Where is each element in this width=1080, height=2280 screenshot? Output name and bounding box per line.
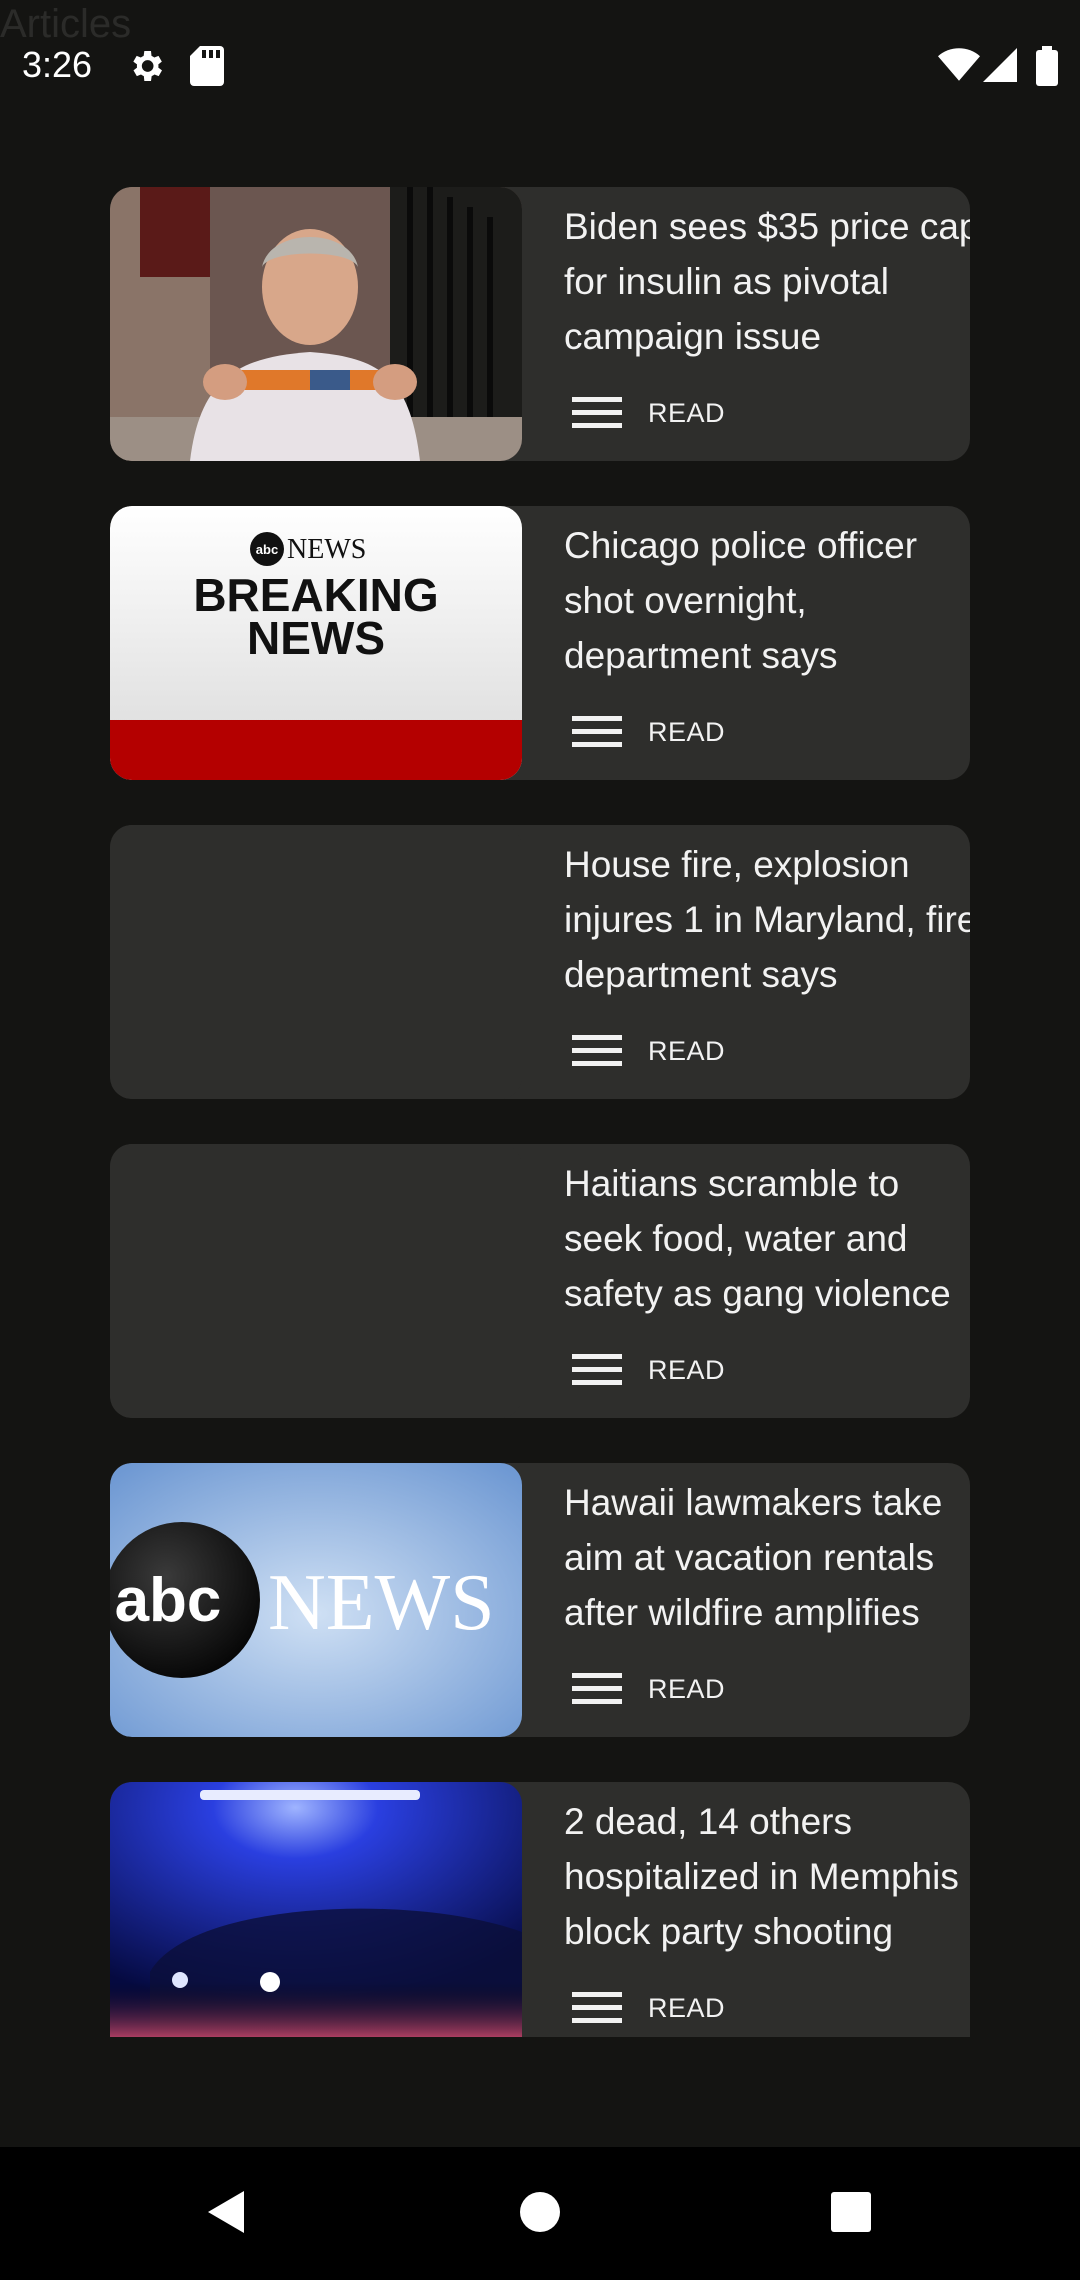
- clock: 3:26: [22, 44, 93, 85]
- article-thumbnail: [110, 1144, 522, 1418]
- sd-card-icon: [190, 46, 224, 86]
- read-label: READ: [648, 1354, 726, 1385]
- read-button[interactable]: READ: [572, 1986, 725, 2030]
- menu-icon: [572, 716, 622, 748]
- article-thumbnail: abc NEWS: [110, 1463, 522, 1737]
- gear-icon: [133, 51, 162, 81]
- read-button[interactable]: READ: [572, 1667, 725, 1711]
- read-button[interactable]: READ: [572, 1029, 725, 1073]
- menu-icon: [572, 1035, 622, 1067]
- thumbnail-news-word: NEWS: [268, 1559, 495, 1647]
- article-thumbnail: abc NEWS BREAKING NEWS: [110, 506, 522, 780]
- read-button[interactable]: READ: [572, 1348, 725, 1392]
- article-headline[interactable]: Haitians scramble to seek food, water an…: [564, 1156, 970, 1321]
- article-card[interactable]: abc NEWS Hawaii lawmakers take aim at va…: [110, 1463, 970, 1737]
- article-card[interactable]: Biden sees $35 price cap for insulin as …: [110, 187, 970, 461]
- article-headline[interactable]: 2 dead, 14 others hospitalized in Memphi…: [564, 1794, 970, 1959]
- article-thumbnail: [110, 1782, 522, 2037]
- thumbnail-abc-logo-text: abc: [115, 1566, 222, 1635]
- signal-icon: [983, 48, 1017, 82]
- menu-icon: [572, 1354, 622, 1386]
- menu-icon: [572, 1992, 622, 2024]
- read-button[interactable]: READ: [572, 391, 725, 435]
- menu-icon: [572, 397, 622, 429]
- read-label: READ: [648, 1673, 726, 1704]
- wifi-icon: [938, 48, 980, 81]
- article-card[interactable]: Haitians scramble to seek food, water an…: [110, 1144, 970, 1418]
- battery-icon: [1036, 46, 1058, 86]
- status-bar: Articles 3:26: [0, 0, 1080, 130]
- thumbnail-brand-text: NEWS: [287, 534, 366, 565]
- navigation-bar: [0, 2147, 1080, 2280]
- article-headline[interactable]: Chicago police officer shot overnight, d…: [564, 518, 970, 683]
- article-card[interactable]: House fire, explosion injures 1 in Maryl…: [110, 825, 970, 1099]
- article-card[interactable]: abc NEWS BREAKING NEWS Chicago police of…: [110, 506, 970, 780]
- article-list[interactable]: Biden sees $35 price cap for insulin as …: [0, 0, 1080, 2037]
- home-icon[interactable]: [515, 2187, 565, 2237]
- article-card[interactable]: 2 dead, 14 others hospitalized in Memphi…: [110, 1782, 970, 2037]
- read-label: READ: [648, 716, 726, 747]
- app-title: Articles: [0, 2, 132, 46]
- read-label: READ: [648, 1035, 726, 1066]
- thumbnail-news-text: NEWS: [247, 612, 385, 664]
- read-label: READ: [648, 1992, 726, 2023]
- article-headline[interactable]: Hawaii lawmakers take aim at vacation re…: [564, 1475, 970, 1640]
- read-label: READ: [648, 397, 726, 428]
- article-thumbnail: [110, 825, 522, 1099]
- svg-text:abc: abc: [256, 542, 278, 557]
- recents-icon[interactable]: [826, 2187, 876, 2237]
- article-headline[interactable]: House fire, explosion injures 1 in Maryl…: [564, 837, 970, 1002]
- read-button[interactable]: READ: [572, 710, 725, 754]
- article-thumbnail: [110, 187, 522, 461]
- back-icon[interactable]: [202, 2187, 252, 2237]
- menu-icon: [572, 1673, 622, 1705]
- article-headline[interactable]: Biden sees $35 price cap for insulin as …: [564, 199, 970, 364]
